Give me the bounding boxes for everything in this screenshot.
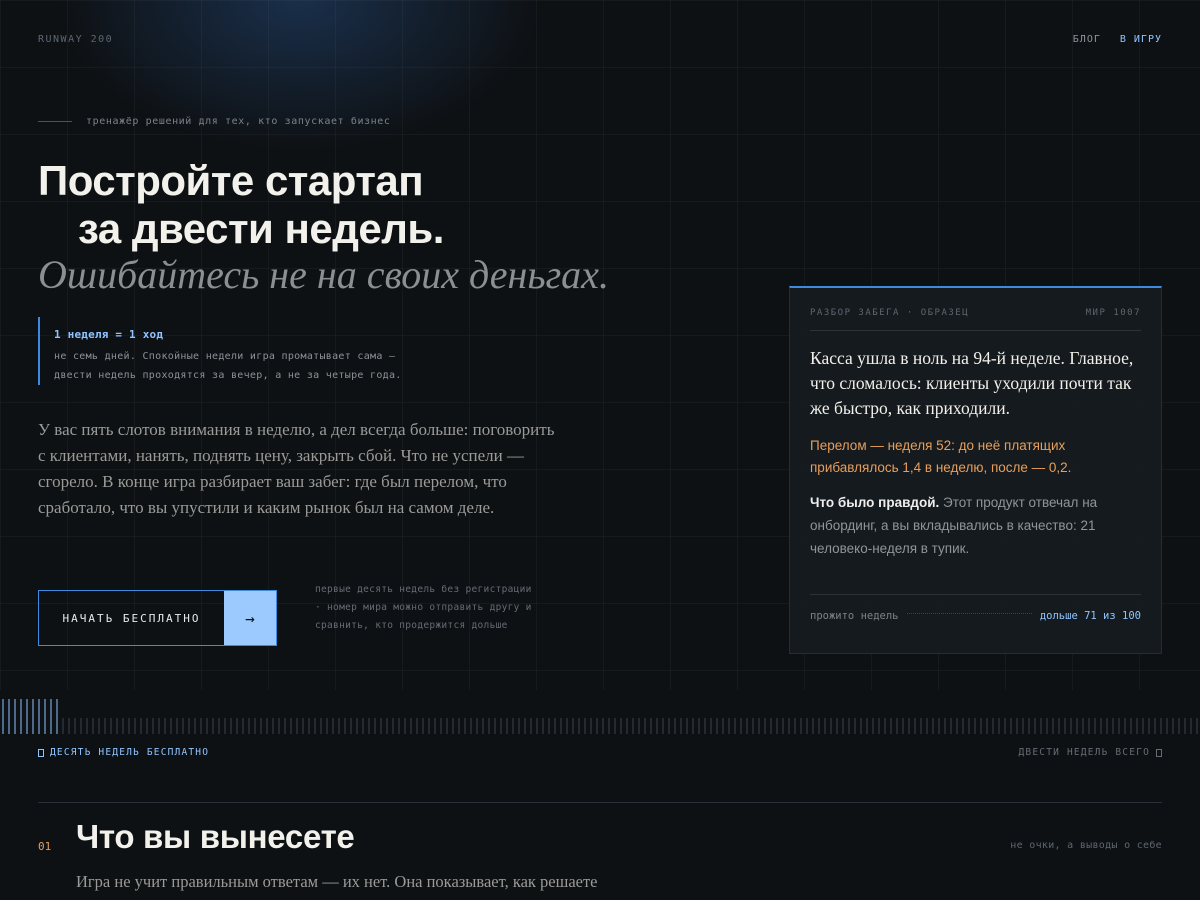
rule-text-line2: двести недель проходятся за вечер, а не … bbox=[54, 370, 402, 381]
hero-title-line1: Постройте стартап bbox=[38, 157, 424, 204]
arrow-right-icon[interactable]: → bbox=[224, 591, 276, 645]
weeks-lived-value: дольше 71 из 100 bbox=[1039, 610, 1141, 622]
hero-title-line2: за двести недель. bbox=[78, 205, 444, 252]
weeks-timeline bbox=[2, 699, 1198, 734]
card-footer: прожито недель дольше 71 из 100 bbox=[810, 594, 1141, 622]
start-free-button-label[interactable]: НАЧАТЬ БЕСПЛАТНО bbox=[39, 591, 224, 645]
rule-text: не семь дней. Спокойные недели игра пром… bbox=[54, 347, 498, 385]
card-world-number: МИР 1007 bbox=[1085, 308, 1141, 318]
card-truth-label: Что было правдой. bbox=[810, 495, 940, 510]
hero-description: У вас пять слотов внимания в неделю, а д… bbox=[38, 420, 555, 517]
turn-rule-callout: 1 неделя = 1 ход не семь дней. Спокойные… bbox=[38, 317, 498, 385]
nav-blog-link[interactable]: БЛОГ bbox=[1073, 34, 1101, 45]
dotted-leader bbox=[906, 612, 1032, 614]
hero-title-italic: Ошибайтесь не на своих деньгах. bbox=[38, 252, 609, 297]
sample-run-card: РАЗБОР ЗАБЕГА · ОБРАЗЕЦ МИР 1007 Касса у… bbox=[789, 286, 1162, 654]
top-nav: БЛОГ В ИГРУ bbox=[1073, 34, 1162, 45]
rule-title: 1 неделя = 1 ход bbox=[54, 328, 164, 341]
card-header: РАЗБОР ЗАБЕГА · ОБРАЗЕЦ МИР 1007 bbox=[810, 308, 1141, 331]
eyebrow-text: тренажёр решений для тех, кто запускает … bbox=[86, 116, 391, 127]
eyebrow: тренажёр решений для тех, кто запускает … bbox=[38, 116, 391, 127]
eyebrow-line bbox=[38, 121, 72, 122]
cta-note: первые десять недель без регистрации · н… bbox=[315, 584, 532, 631]
card-main-text: Касса ушла в ноль на 94-й неделе. Главно… bbox=[810, 348, 1134, 418]
free-weeks-label: ДЕСЯТЬ НЕДЕЛЬ БЕСПЛАТНО bbox=[38, 747, 209, 758]
section-text: Игра не учит правильным ответам — их нет… bbox=[76, 872, 598, 891]
section-title: Что вы вынесете bbox=[76, 818, 355, 855]
weeks-lived-label: прожито недель bbox=[810, 610, 899, 622]
landing-page: RUNWAY 200 БЛОГ В ИГРУ тренажёр решений … bbox=[0, 0, 1200, 900]
section-number: 01 bbox=[38, 840, 52, 853]
section-side-note: не очки, а выводы о себе bbox=[1010, 840, 1162, 851]
nav-play-link[interactable]: В ИГРУ bbox=[1120, 34, 1162, 45]
free-weeks-text: ДЕСЯТЬ НЕДЕЛЬ БЕСПЛАТНО bbox=[50, 747, 210, 758]
total-weeks-text: ДВЕСТИ НЕДЕЛЬ ВСЕГО bbox=[1018, 747, 1150, 758]
square-marker-icon bbox=[1156, 748, 1162, 757]
square-marker-icon bbox=[38, 748, 44, 757]
card-header-title: РАЗБОР ЗАБЕГА · ОБРАЗЕЦ bbox=[810, 308, 970, 318]
start-free-button[interactable]: НАЧАТЬ БЕСПЛАТНО → bbox=[38, 590, 277, 646]
logo[interactable]: RUNWAY 200 bbox=[38, 34, 113, 45]
rule-text-line1: не семь дней. Спокойные недели игра пром… bbox=[54, 351, 396, 362]
card-turning-point: Перелом — неделя 52: до неё платящих при… bbox=[810, 438, 1072, 475]
total-weeks-label: ДВЕСТИ НЕДЕЛЬ ВСЕГО bbox=[1019, 747, 1162, 758]
card-truth: Что было правдой. Этот продукт отвечал н… bbox=[810, 491, 1141, 560]
section-divider bbox=[38, 802, 1162, 803]
